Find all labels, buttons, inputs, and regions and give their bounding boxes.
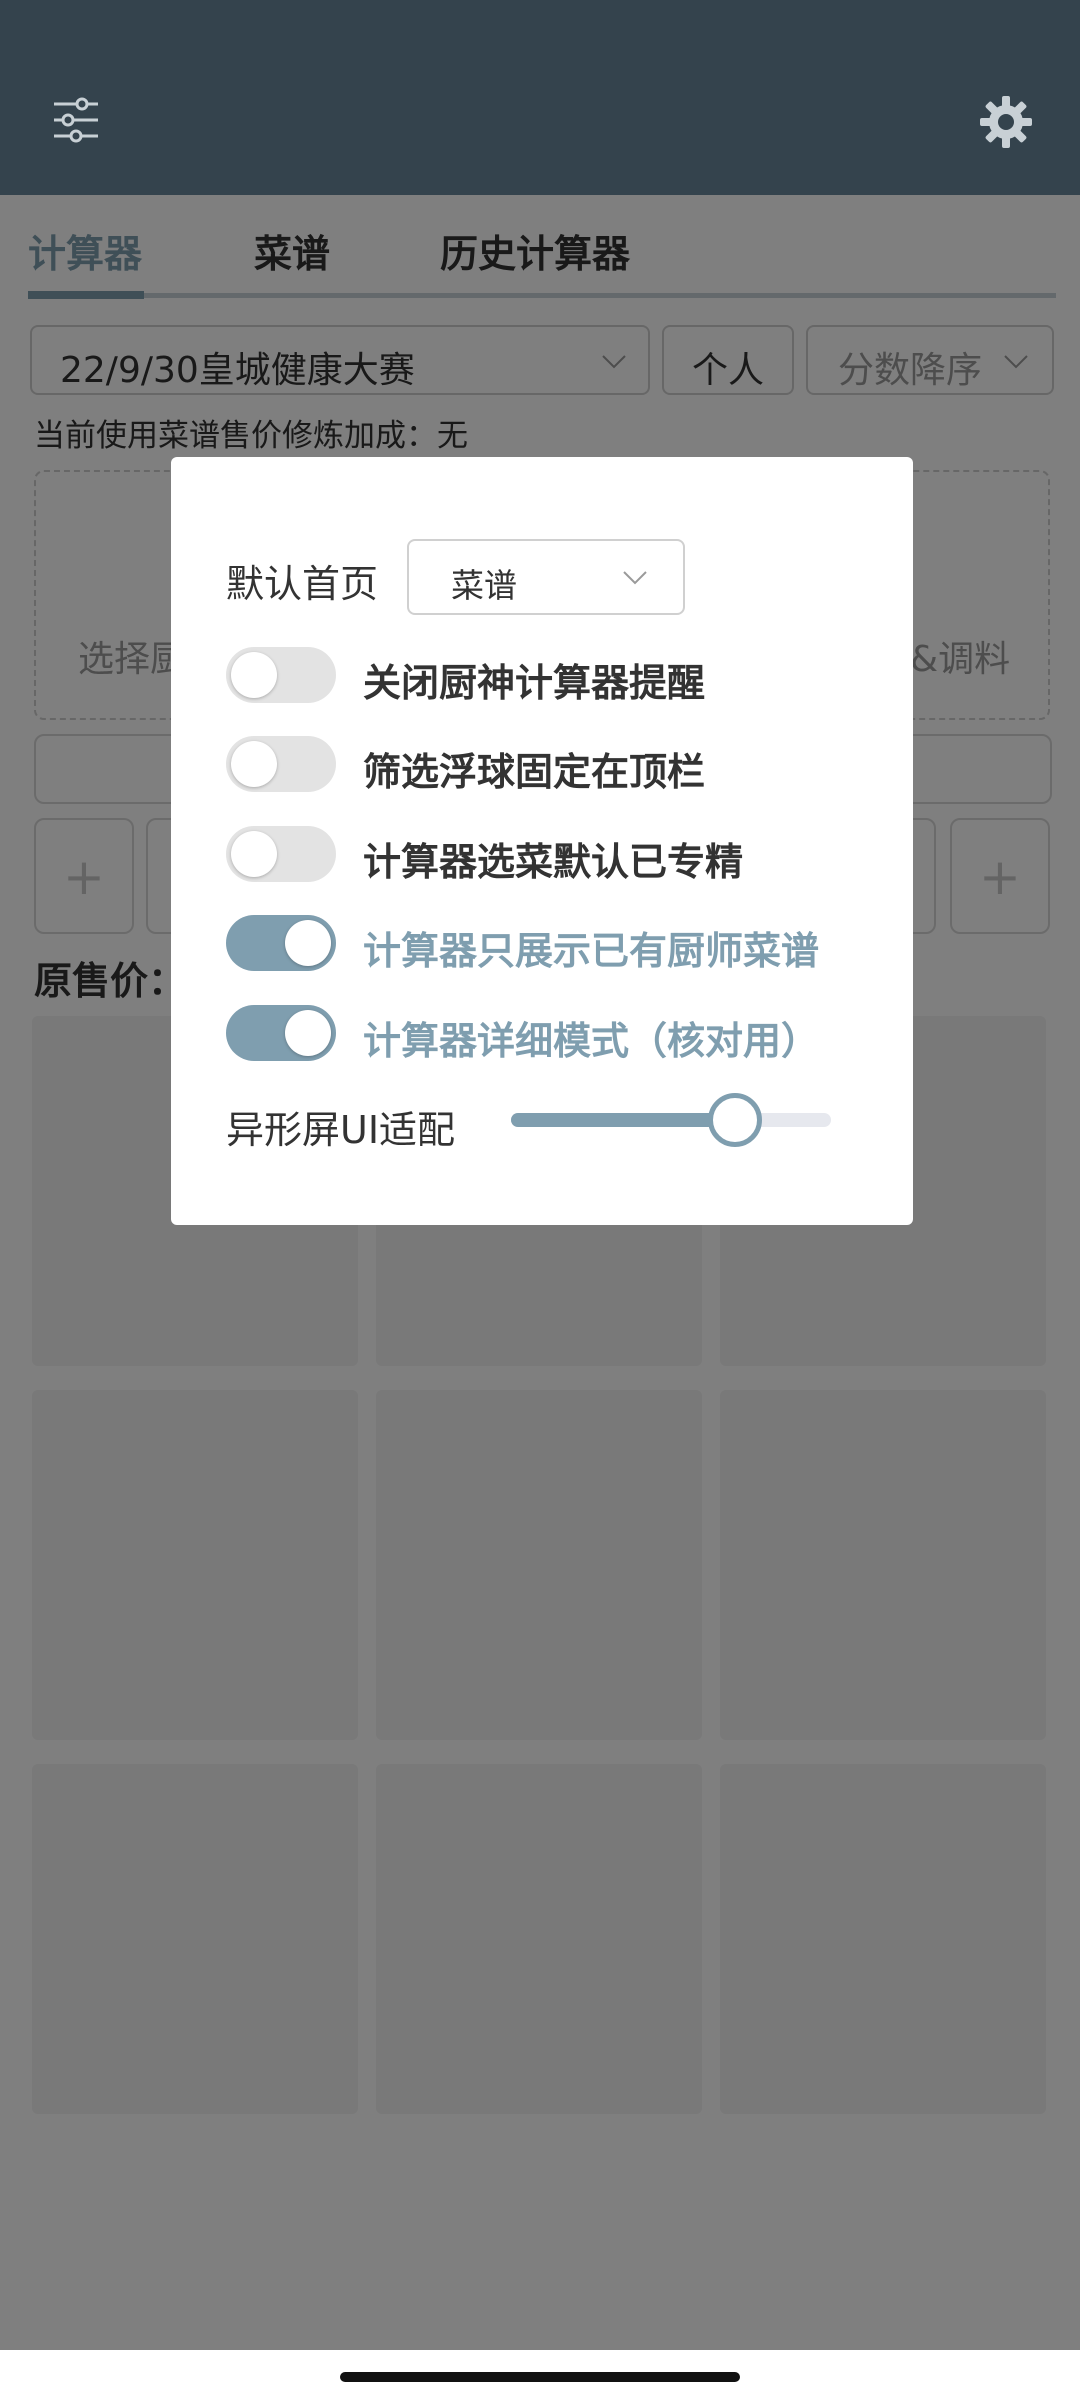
settings-dialog: 默认首页 菜谱 关闭厨神计算器提醒 筛选浮球固定在顶栏 计算器选菜默认已专精 计… (171, 457, 913, 1225)
home-indicator[interactable] (340, 2372, 740, 2382)
toggle-pin-filter-ball[interactable] (226, 736, 336, 792)
toggle-label-detailed-mode: 计算器详细模式（核对用） (363, 1019, 820, 1063)
gear-icon[interactable] (978, 94, 1034, 150)
toggle-knob (231, 741, 277, 787)
toggle-knob (285, 920, 331, 966)
default-home-label: 默认首页 (226, 562, 379, 606)
default-home-value: 菜谱 (451, 566, 517, 605)
sliders-filter-icon[interactable] (52, 96, 100, 144)
toggle-detailed-mode[interactable] (226, 1005, 336, 1061)
notch-adapt-label: 异形屏UI适配 (226, 1108, 456, 1152)
toggle-knob (231, 831, 277, 877)
toggle-default-mastered[interactable] (226, 826, 336, 882)
toggle-close-chef-reminder[interactable] (226, 647, 336, 703)
default-home-select[interactable]: 菜谱 (407, 539, 685, 615)
toggle-label-close-chef-reminder: 关闭厨神计算器提醒 (363, 661, 706, 705)
toggle-label-pin-filter-ball: 筛选浮球固定在顶栏 (363, 750, 706, 794)
notch-adapt-slider[interactable] (511, 1093, 831, 1147)
app-header (0, 0, 1080, 195)
toggle-label-default-mastered: 计算器选菜默认已专精 (363, 840, 744, 884)
chevron-down-icon (623, 571, 647, 585)
toggle-label-only-owned-chef-recipes: 计算器只展示已有厨师菜谱 (363, 929, 820, 973)
toggle-knob (231, 652, 277, 698)
toggle-knob (285, 1010, 331, 1056)
slider-fill (511, 1113, 735, 1127)
toggle-only-owned-chef-recipes[interactable] (226, 915, 336, 971)
slider-thumb[interactable] (708, 1093, 762, 1147)
